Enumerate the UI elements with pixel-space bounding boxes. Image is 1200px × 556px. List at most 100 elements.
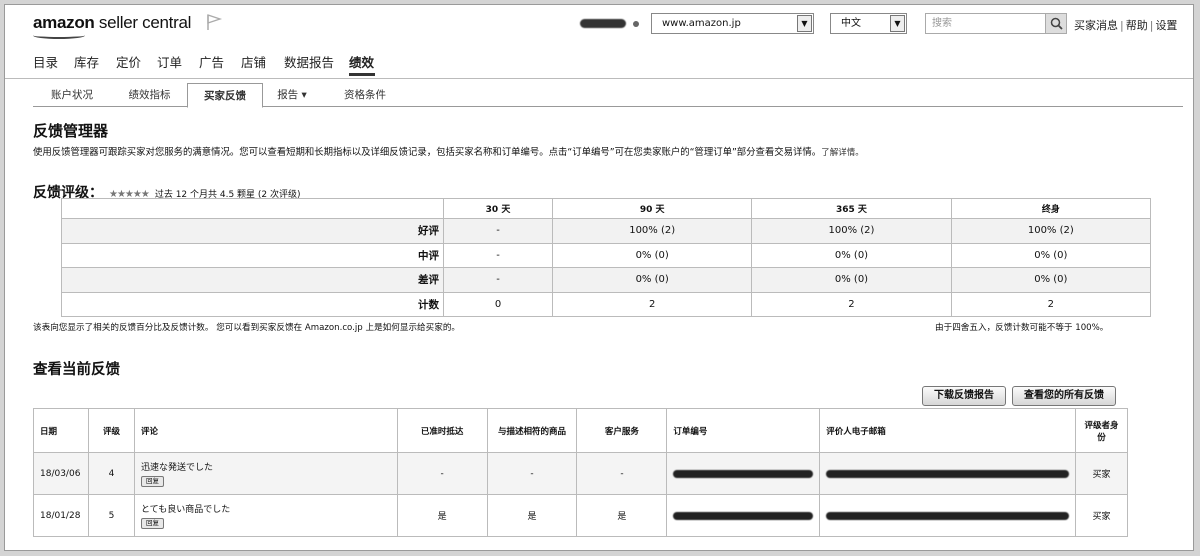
sub-tabs: 账户状况 绩效指标 买家反馈 报告 ▾ 资格条件 (33, 83, 1183, 108)
table-cell: 0% (0) (950, 267, 1152, 293)
status-dot (633, 21, 639, 27)
table-cell: 是 (486, 494, 578, 537)
table-cell: 2 (552, 291, 753, 318)
page-description: 使用反馈管理器可跟踪买家对您服务的满意情况。您可以查看短期和长期指标以及详细反馈… (33, 147, 864, 158)
table-cell: 100% (2) (950, 218, 1152, 244)
table-cell: 0% (0) (751, 242, 952, 269)
table-cell: 是 (576, 494, 668, 537)
table-row: 好评 - 100% (2) 100% (2) 100% (2) (61, 218, 1152, 244)
column-header: 日期 (33, 408, 89, 453)
row-label: 差评 (61, 267, 444, 293)
download-feedback-report-button[interactable]: 下载反馈报告 (922, 386, 1006, 406)
redacted-order-id (673, 511, 814, 520)
settings-link[interactable]: 设置 (1155, 19, 1177, 32)
top-links: 买家消息 | 帮助 | 设置 (1074, 19, 1178, 32)
table-cell: 100% (2) (552, 218, 753, 244)
column-header: 30 天 (442, 198, 554, 219)
redacted-email (826, 469, 1069, 478)
view-all-feedback-button[interactable]: 查看您的所有反馈 (1012, 386, 1116, 406)
column-header: 订单编号 (666, 408, 821, 453)
rater-role-cell: 买家 (1074, 452, 1129, 495)
active-nav-indicator (349, 73, 375, 76)
summary-note: 该表向您显示了相关的反馈百分比及反馈计数。 您可以看到买家反馈在 Amazon.… (33, 323, 461, 333)
column-header: 评论 (133, 408, 398, 453)
table-cell: - (396, 452, 488, 495)
table-cell: 2 (751, 291, 952, 318)
reply-button[interactable]: 回复 (140, 476, 164, 487)
table-cell: - (442, 267, 554, 293)
column-header: 评级者身份 (1074, 408, 1129, 453)
marketplace-select[interactable]: www.amazon.jp ▼ (651, 13, 814, 34)
table-cell: 100% (2) (751, 218, 952, 244)
redacted-account-name (580, 19, 626, 28)
table-cell: - (442, 242, 554, 269)
nav-reports[interactable]: 数据报告 (284, 52, 334, 71)
row-label: 计数 (61, 291, 444, 318)
learn-more-link[interactable]: 了解详情。 (821, 148, 864, 158)
current-feedback-table: 日期 评级 评论 已准时抵达 与描述相符的商品 客户服务 订单编号 评价人电子邮… (33, 408, 1129, 537)
redacted-order-id (673, 469, 814, 478)
feedback-summary-table: 30 天 90 天 365 天 终身 好评 - 100% (2) 100% (2… (61, 198, 1152, 318)
column-header: 已准时抵达 (396, 408, 488, 453)
table-header-row: 日期 评级 评论 已准时抵达 与描述相符的商品 客户服务 订单编号 评价人电子邮… (33, 408, 1129, 453)
comment-cell: 迅速な発送でした 回复 (133, 452, 398, 495)
table-cell: 0 (442, 291, 554, 318)
tab-account-health[interactable]: 账户状况 (33, 83, 111, 107)
nav-inventory[interactable]: 库存 (74, 52, 99, 71)
table-cell: 0% (0) (552, 267, 753, 293)
search-input[interactable]: 搜索 (925, 13, 1067, 34)
column-header: 评级 (87, 408, 135, 453)
tab-reports[interactable]: 报告 ▾ (263, 83, 321, 107)
row-label: 好评 (61, 218, 444, 244)
table-header-row: 30 天 90 天 365 天 终身 (61, 198, 1152, 219)
nav-performance[interactable]: 绩效 (349, 52, 374, 71)
table-cell: - (576, 452, 668, 495)
table-cell: - (442, 218, 554, 244)
table-cell: 0% (0) (552, 242, 753, 269)
tab-performance-metrics[interactable]: 绩效指标 (111, 83, 188, 107)
nav-pricing[interactable]: 定价 (116, 52, 141, 71)
nav-catalog[interactable]: 目录 (33, 52, 58, 71)
header: amazon seller central www.amazon.jp ▼ 中文 ▼… (5, 5, 1193, 45)
table-cell: 是 (396, 494, 488, 537)
nav-orders[interactable]: 订单 (157, 52, 182, 71)
amazon-seller-central-logo[interactable]: amazon seller central (33, 13, 191, 39)
table-row: 18/01/28 5 とても良い商品でした 回复 是 是 是 买家 (33, 494, 1129, 537)
order-id-cell[interactable] (666, 452, 821, 495)
column-header: 365 天 (751, 198, 952, 219)
flag-icon[interactable] (205, 13, 223, 31)
table-cell: 0% (0) (751, 267, 952, 293)
column-header: 与描述相符的商品 (486, 408, 578, 453)
column-header: 90 天 (552, 198, 753, 219)
table-cell: 2 (950, 291, 1152, 318)
comment-cell: とても良い商品でした 回复 (133, 494, 398, 537)
page-title: 反馈管理器 (33, 122, 109, 140)
search-icon (1050, 17, 1063, 30)
nav-stores[interactable]: 店铺 (241, 52, 266, 71)
table-row: 中评 - 0% (0) 0% (0) 0% (0) (61, 242, 1152, 269)
buyer-messages-link[interactable]: 买家消息 (1074, 19, 1118, 32)
tab-buyer-feedback[interactable]: 买家反馈 (187, 83, 263, 108)
column-header: 评价人电子邮箱 (819, 408, 1076, 453)
order-id-cell[interactable] (666, 494, 821, 537)
nav-advertising[interactable]: 广告 (199, 52, 224, 71)
rater-email-cell (819, 494, 1076, 537)
chevron-down-icon: ▼ (797, 15, 812, 32)
language-select[interactable]: 中文 ▼ (830, 13, 907, 34)
page-frame: amazon seller central www.amazon.jp ▼ 中文 ▼… (4, 4, 1194, 551)
tab-eligibility[interactable]: 资格条件 (325, 83, 405, 107)
current-feedback-title: 查看当前反馈 (33, 362, 120, 378)
search-button[interactable] (1045, 14, 1066, 33)
table-row: 计数 0 2 2 2 (61, 291, 1152, 318)
main-nav: 目录 库存 定价 订单 广告 店铺 数据报告 绩效 (5, 45, 1193, 79)
rating-cell: 4 (87, 452, 135, 495)
reply-button[interactable]: 回复 (140, 518, 164, 529)
row-label: 中评 (61, 242, 444, 269)
table-cell: 0% (0) (950, 242, 1152, 269)
help-link[interactable]: 帮助 (1126, 19, 1148, 32)
column-header: 终身 (950, 198, 1152, 219)
table-row: 18/03/06 4 迅速な発送でした 回复 - - - 买家 (33, 452, 1129, 495)
date-cell: 18/03/06 (33, 452, 89, 495)
column-header: 客户服务 (576, 408, 668, 453)
rating-cell: 5 (87, 494, 135, 537)
